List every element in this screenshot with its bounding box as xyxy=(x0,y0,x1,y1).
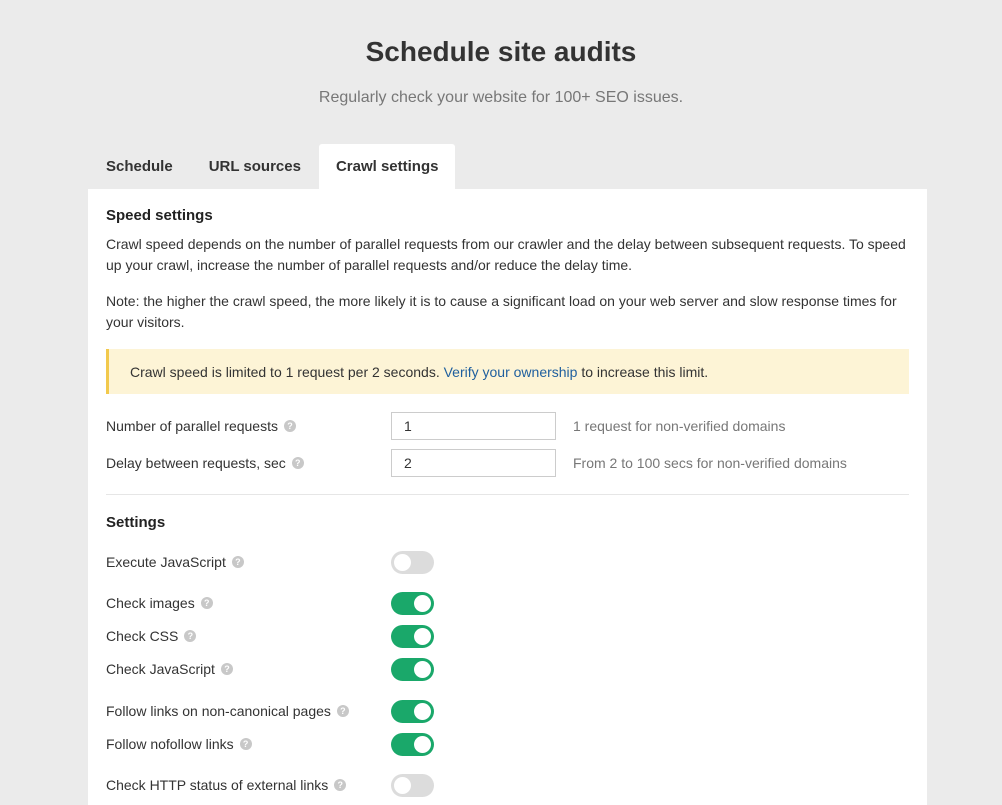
question-mark-icon[interactable]: ? xyxy=(200,597,213,609)
question-mark-icon[interactable]: ? xyxy=(184,630,197,642)
toggle-label-text: Execute JavaScript xyxy=(106,554,226,570)
question-mark-icon[interactable]: ? xyxy=(291,457,304,469)
follow-non-canonical-label: Follow links on non-canonical pages ? xyxy=(106,700,349,722)
speed-note: Note: the higher the crawl speed, the mo… xyxy=(106,293,897,330)
check-images-label: Check images ? xyxy=(106,592,213,614)
delay-hint: From 2 to 100 secs for non-verified doma… xyxy=(573,455,847,471)
speed-settings-heading: Speed settings xyxy=(106,207,213,224)
toggle-knob xyxy=(394,777,411,794)
notice-text: Crawl speed is limited to 1 request per … xyxy=(130,363,440,380)
toggle-knob xyxy=(414,595,431,612)
parallel-requests-label-text: Number of parallel requests xyxy=(106,418,278,434)
parallel-requests-hint: 1 request for non-verified domains xyxy=(573,418,786,434)
question-mark-icon[interactable]: ? xyxy=(220,663,233,675)
question-mark-icon[interactable]: ? xyxy=(283,420,296,432)
follow-nofollow-label: Follow nofollow links ? xyxy=(106,733,252,755)
question-mark-icon[interactable]: ? xyxy=(239,738,252,750)
toggle-label-text: Check CSS xyxy=(106,628,179,644)
execute-javascript-label: Execute JavaScript ? xyxy=(106,551,244,573)
notice-text-end: to increase this limit. xyxy=(581,363,709,380)
tab-crawl-settings[interactable]: Crawl settings xyxy=(318,144,456,189)
tab-schedule[interactable]: Schedule xyxy=(88,144,191,189)
question-mark-icon[interactable]: ? xyxy=(231,556,244,568)
toggle-knob xyxy=(414,703,431,720)
toggle-label-text: Follow nofollow links xyxy=(106,736,234,752)
check-css-label: Check CSS ? xyxy=(106,625,197,647)
execute-javascript-toggle[interactable] xyxy=(391,551,434,574)
speed-description: Crawl speed depends on the number of par… xyxy=(106,236,906,273)
tab-url-sources[interactable]: URL sources xyxy=(191,144,319,189)
verify-ownership-link[interactable]: Verify your ownership xyxy=(444,364,578,380)
toggle-knob xyxy=(414,628,431,645)
toggle-label-text: Check images xyxy=(106,595,195,611)
follow-nofollow-toggle[interactable] xyxy=(391,733,434,756)
check-external-links-toggle[interactable] xyxy=(391,774,434,797)
tab-bar: Schedule URL sources Crawl settings xyxy=(88,144,456,189)
parallel-requests-label: Number of parallel requests ? xyxy=(106,415,296,437)
check-javascript-toggle[interactable] xyxy=(391,658,434,681)
page-subtitle: Regularly check your website for 100+ SE… xyxy=(318,89,684,106)
divider xyxy=(106,494,909,495)
page-title: Schedule site audits xyxy=(365,36,637,67)
toggle-label-text: Check HTTP status of external links xyxy=(106,777,329,793)
check-css-toggle[interactable] xyxy=(391,625,434,648)
check-images-toggle[interactable] xyxy=(391,592,434,615)
check-javascript-label: Check JavaScript ? xyxy=(106,658,233,680)
delay-label-text: Delay between requests, sec xyxy=(106,455,286,471)
delay-label: Delay between requests, sec ? xyxy=(106,452,304,474)
crawl-limit-notice: Crawl speed is limited to 1 request per … xyxy=(106,349,909,394)
check-external-links-label: Check HTTP status of external links ? xyxy=(106,774,347,796)
toggle-knob xyxy=(414,736,431,753)
toggle-label-text: Follow links on non-canonical pages xyxy=(106,703,331,719)
delay-input[interactable] xyxy=(391,449,556,477)
toggle-label-text: Check JavaScript xyxy=(106,661,215,677)
crawl-settings-panel: Speed settings Crawl speed depends on th… xyxy=(88,189,927,805)
parallel-requests-input[interactable] xyxy=(391,412,556,440)
question-mark-icon[interactable]: ? xyxy=(334,779,347,791)
toggle-knob xyxy=(394,554,411,571)
follow-non-canonical-toggle[interactable] xyxy=(391,700,434,723)
question-mark-icon[interactable]: ? xyxy=(336,705,349,717)
toggle-knob xyxy=(414,661,431,678)
settings-heading: Settings xyxy=(106,514,166,531)
